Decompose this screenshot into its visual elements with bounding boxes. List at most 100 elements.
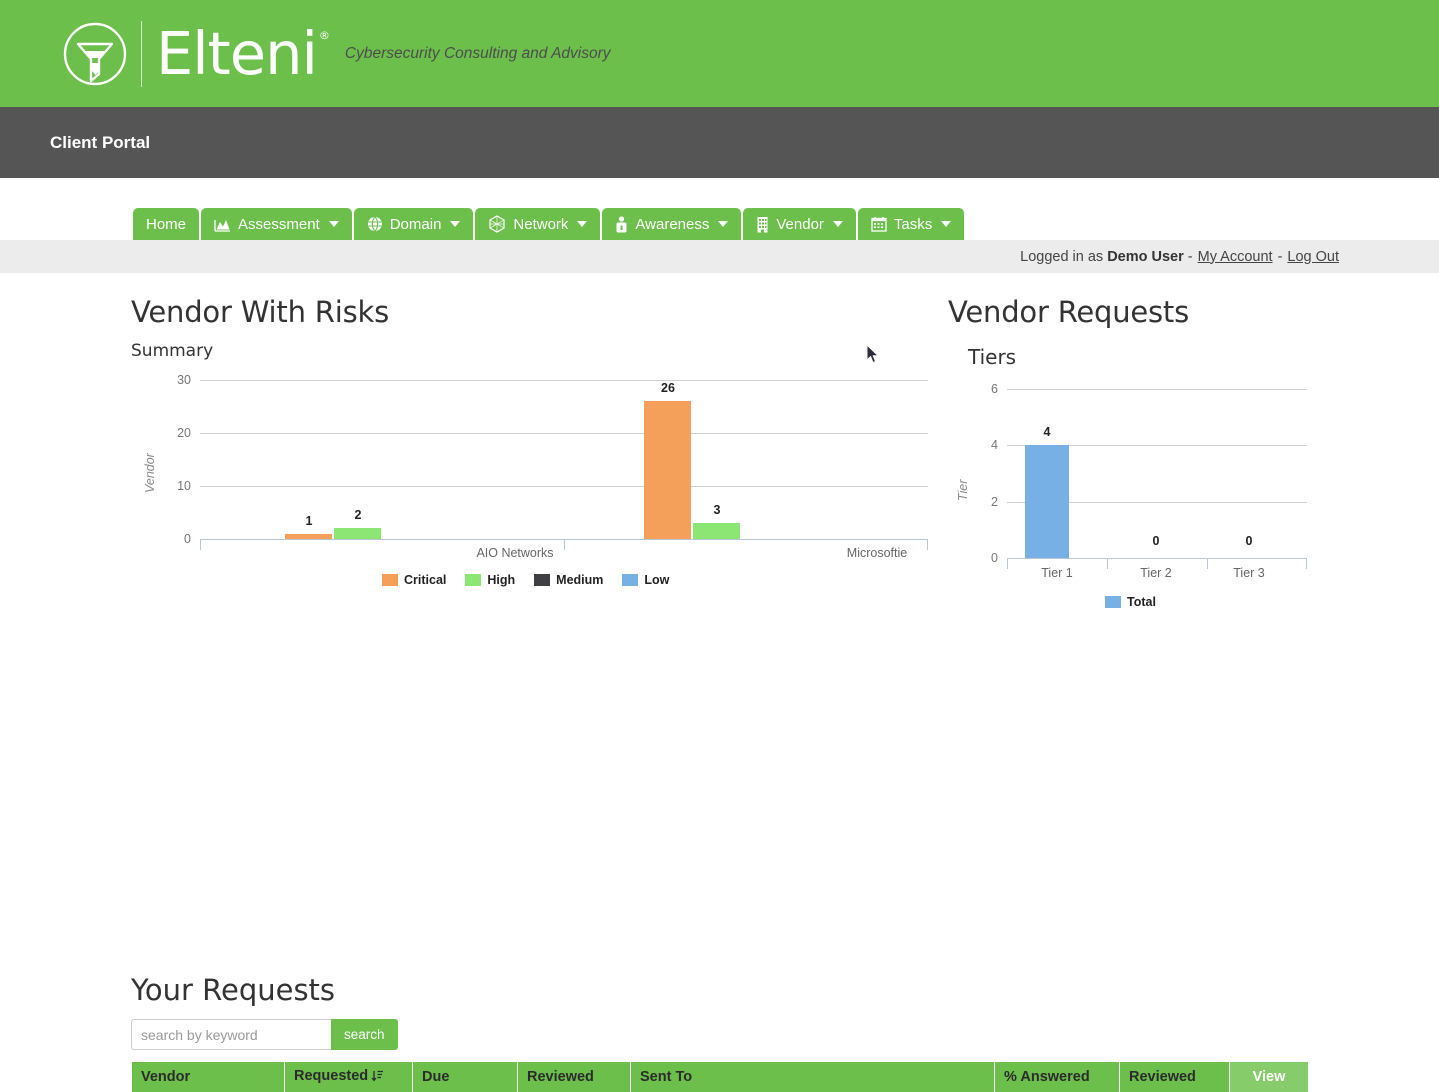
account-strip: Logged in as Demo User - My Account - Lo… [0, 240, 1439, 273]
brand-name: Elteni ® [156, 24, 330, 83]
column-label-due: Due [422, 1069, 450, 1085]
ytick-0: 0 [184, 532, 191, 546]
bar-aio-high[interactable] [334, 528, 381, 539]
nav-item-vendor[interactable]: Vendor [743, 208, 856, 240]
logged-in-prefix: Logged in as [1020, 248, 1104, 265]
area-chart-icon [214, 217, 231, 232]
column-label-percent-answered: % Answered [1004, 1069, 1090, 1085]
column-header-reviewed[interactable]: Reviewed [517, 1062, 631, 1092]
nav-label-home: Home [146, 215, 187, 233]
sort-descending-icon [371, 1069, 384, 1086]
brand-name-text: Elteni [156, 19, 318, 88]
bar-microsoftie-critical[interactable] [644, 401, 691, 539]
lock-person-icon [615, 215, 628, 233]
strip-separator-2: - [1277, 248, 1283, 265]
brand-header: Elteni ® Cybersecurity Consulting and Adv… [0, 0, 1439, 107]
nav-item-domain[interactable]: Domain [353, 208, 474, 240]
bar-value-aio-high: 2 [354, 508, 362, 522]
legend-item-total[interactable]: Total [1105, 595, 1156, 609]
nav-item-assessment[interactable]: Assessment [201, 208, 352, 240]
nav-item-awareness[interactable]: Awareness [602, 208, 742, 240]
nav-item-home[interactable]: Home [133, 208, 200, 240]
nav-item-tasks[interactable]: Tasks [857, 208, 965, 240]
column-header-view[interactable]: View [1229, 1062, 1309, 1092]
building-icon [756, 216, 769, 233]
ytick-30: 30 [177, 373, 191, 387]
bar-value-microsoftie-high: 3 [713, 503, 721, 517]
section-title-your-requests: Your Requests [131, 973, 336, 1007]
globe-icon [367, 216, 383, 232]
ytick-6: 6 [991, 382, 998, 396]
bar-tier-1-total[interactable] [1025, 445, 1069, 558]
legend-item-medium[interactable]: Medium [534, 573, 603, 587]
column-header-sent-to[interactable]: Sent To [630, 1062, 995, 1092]
search-button[interactable]: search [331, 1019, 398, 1050]
my-account-link[interactable]: My Account [1198, 249, 1273, 265]
table-header-row: Vendor Requested Due Reviewed Sent To % … [131, 1062, 1309, 1092]
legend-item-low[interactable]: Low [622, 573, 669, 587]
logo-divider [141, 20, 142, 87]
nav-label-network: Network [513, 215, 569, 233]
ytick-20: 20 [177, 426, 191, 440]
gridline-20 [200, 433, 928, 434]
column-header-due[interactable]: Due [412, 1062, 518, 1092]
legend-swatch-low [622, 574, 639, 586]
xaxis-tick-3 [1306, 558, 1307, 569]
chevron-down-icon [328, 221, 339, 227]
legend-swatch-high [465, 574, 482, 586]
strip-separator-1: - [1187, 248, 1193, 265]
nav-label-domain: Domain [389, 215, 442, 233]
nav-item-network[interactable]: Network [475, 208, 601, 240]
yaxis-title-vendor: Vendor [143, 453, 157, 493]
brand-tagline: Cybersecurity Consulting and Advisory [344, 44, 611, 62]
legend-swatch-medium [534, 574, 551, 586]
column-header-percent-answered[interactable]: % Answered [994, 1062, 1120, 1092]
chart-vendor-requests[interactable]: 6 4 2 0 Tier 4 0 0 Tier 1 Tier 2 Tier 3 [948, 381, 1328, 671]
elteni-funnel-logo-icon [59, 18, 131, 90]
gridline-10 [200, 486, 928, 487]
search-input[interactable] [131, 1019, 331, 1050]
ytick-10: 10 [177, 479, 191, 493]
main-navigation: Home Assessment Domain Network Awareness… [133, 208, 966, 240]
gridline-6 [1007, 389, 1307, 390]
chart-subtitle-tiers: Tiers [968, 345, 1017, 369]
legend-swatch-critical [382, 574, 398, 586]
bar-microsoftie-high[interactable] [693, 523, 740, 539]
nav-label-tasks: Tasks [893, 215, 933, 233]
page-title-vendor-with-risks: Vendor With Risks [131, 295, 389, 329]
xtick-aio-networks: AIO Networks [476, 546, 554, 560]
yaxis-title-tier: Tier [956, 479, 970, 501]
column-label-vendor: Vendor [141, 1069, 191, 1085]
dashboard: Vendor With Risks Summary 30 20 10 0 Ven… [0, 273, 1439, 1092]
legend-item-critical[interactable]: Critical [382, 573, 446, 587]
logo[interactable]: Elteni ® [59, 18, 330, 90]
column-header-reviewed-2[interactable]: Reviewed [1119, 1062, 1230, 1092]
nav-label-vendor: Vendor [776, 215, 824, 233]
bar-aio-critical[interactable] [285, 534, 332, 539]
xtick-tier-1: Tier 1 [1041, 566, 1073, 580]
column-label-requested: Requested [294, 1068, 369, 1084]
registered-mark: ® [318, 29, 330, 42]
legend-item-high[interactable]: High [465, 573, 515, 587]
bar-value-aio-critical: 1 [305, 514, 313, 528]
page-title-vendor-requests: Vendor Requests [948, 295, 1190, 329]
panel-vendor-with-risks: Vendor With Risks Summary 30 20 10 0 Ven… [131, 295, 931, 663]
column-header-vendor[interactable]: Vendor [131, 1062, 285, 1092]
chevron-down-icon [832, 221, 843, 227]
xaxis-tick-start [200, 539, 201, 550]
column-label-sent-to: Sent To [640, 1069, 693, 1085]
bar-value-tier-1: 4 [1043, 425, 1051, 439]
chart-vendor-with-risks[interactable]: 30 20 10 0 Vendor 1 2 AIO Networks 26 3 … [131, 373, 931, 663]
ytick-4: 4 [991, 438, 998, 452]
requests-table: Vendor Requested Due Reviewed Sent To % … [131, 1062, 1309, 1092]
log-out-link[interactable]: Log Out [1287, 249, 1339, 265]
chart-legend-risks: Critical High Medium Low [382, 573, 669, 587]
legend-label-high: High [487, 573, 516, 587]
calendar-icon [871, 216, 887, 232]
legend-label-total: Total [1127, 595, 1156, 609]
column-header-requested[interactable]: Requested [284, 1062, 413, 1092]
bar-value-tier-3: 0 [1245, 534, 1253, 548]
chart-subtitle-summary: Summary [131, 341, 214, 361]
column-label-reviewed-2: Reviewed [1129, 1069, 1196, 1085]
legend-swatch-total [1105, 596, 1121, 608]
